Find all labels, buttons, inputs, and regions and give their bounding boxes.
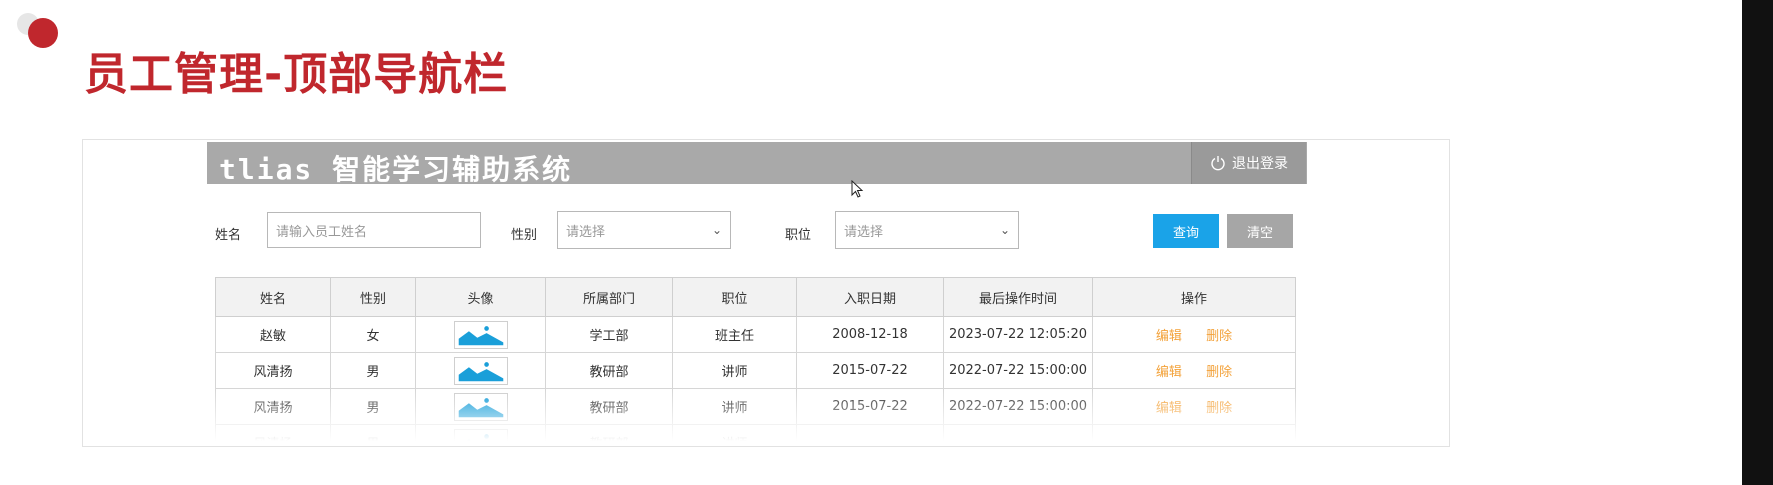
cell-job: 班主任 (672, 316, 797, 353)
header-actions: 操作 (1092, 277, 1296, 317)
gender-select-value: 请选择 (566, 224, 606, 240)
header-entry-date: 入职日期 (796, 277, 944, 317)
header-avatar: 头像 (415, 277, 546, 317)
edit-link[interactable]: 编辑 (1156, 365, 1182, 380)
employee-table: 姓名 性别 头像 所属部门 职位 入职日期 最后操作时间 操作 赵敏 女 学工部… (215, 277, 1296, 446)
cell-update-time: 2022-07-22 15:00:00 (943, 388, 1093, 425)
cell-department: 教研部 (545, 352, 673, 389)
slide-title: 员工管理-顶部导航栏 (84, 49, 509, 100)
image-placeholder-icon (453, 320, 508, 349)
job-select-value: 请选择 (844, 224, 884, 240)
top-nav-bar: tlias 智能学习辅助系统 退出登录 (207, 142, 1307, 186)
edit-link[interactable]: 编辑 (1156, 329, 1182, 344)
logout-button[interactable]: 退出登录 (1191, 142, 1306, 184)
name-input-placeholder: 请输入员工姓名 (276, 224, 368, 240)
cell-job: 讲师 (672, 424, 797, 446)
table-header-row: 姓名 性别 头像 所属部门 职位 入职日期 最后操作时间 操作 (215, 277, 1296, 317)
app-screenshot: tlias 智能学习辅助系统 退出登录 姓名 请输入员工姓名 性别 请选择 ⌄ … (82, 139, 1450, 447)
cell-job: 讲师 (672, 352, 797, 389)
cell-update-time: 2023-07-22 12:05:20 (943, 316, 1093, 353)
table-row: 风清扬 男 教研部 讲师 (215, 424, 1296, 446)
job-label: 职位 (785, 228, 812, 243)
delete-link[interactable]: 删除 (1206, 329, 1232, 344)
cell-department: 学工部 (545, 316, 673, 353)
cell-gender: 男 (330, 388, 416, 425)
cell-actions (1092, 424, 1296, 446)
power-icon (1211, 156, 1225, 171)
image-placeholder-icon (453, 356, 508, 385)
chevron-down-icon: ⌄ (999, 223, 1010, 237)
table-row: 风清扬 男 教研部 讲师 2015-07-22 2022-07-22 15:00… (215, 352, 1296, 389)
edit-link[interactable]: 编辑 (1156, 401, 1182, 416)
cell-actions: 编辑 删除 (1092, 388, 1296, 425)
cell-name: 风清扬 (215, 352, 331, 389)
job-select[interactable]: 请选择 ⌄ (835, 211, 1019, 249)
cell-entry-date: 2015-07-22 (796, 352, 944, 389)
decor-dot-red (28, 18, 58, 48)
cell-avatar (415, 352, 546, 389)
cell-actions: 编辑 删除 (1092, 352, 1296, 389)
table-row: 风清扬 男 教研部 讲师 2015-07-22 2022-07-22 15:00… (215, 388, 1296, 425)
query-button[interactable]: 查询 (1153, 214, 1219, 248)
cell-department: 教研部 (545, 388, 673, 425)
cell-department: 教研部 (545, 424, 673, 446)
cell-entry-date (796, 424, 944, 446)
cell-avatar (415, 388, 546, 425)
table-row: 赵敏 女 学工部 班主任 2008-12-18 2023-07-22 12:05… (215, 316, 1296, 353)
cell-update-time (943, 424, 1093, 446)
cell-name: 风清扬 (215, 388, 331, 425)
name-label: 姓名 (215, 228, 242, 243)
cell-gender: 男 (330, 424, 416, 446)
chevron-down-icon: ⌄ (711, 223, 722, 237)
cell-entry-date: 2008-12-18 (796, 316, 944, 353)
cell-avatar (415, 316, 546, 353)
image-placeholder-icon (453, 428, 508, 446)
gender-label: 性别 (511, 228, 538, 243)
header-job: 职位 (672, 277, 797, 317)
cell-gender: 女 (330, 316, 416, 353)
gender-select[interactable]: 请选择 ⌄ (557, 211, 731, 249)
name-search-input[interactable]: 请输入员工姓名 (267, 212, 481, 248)
logout-label: 退出登录 (1232, 156, 1288, 172)
cell-job: 讲师 (672, 388, 797, 425)
image-placeholder-icon (453, 392, 508, 421)
delete-link[interactable]: 删除 (1206, 365, 1232, 380)
cell-entry-date: 2015-07-22 (796, 388, 944, 425)
cell-actions: 编辑 删除 (1092, 316, 1296, 353)
delete-link[interactable]: 删除 (1206, 401, 1232, 416)
cell-avatar (415, 424, 546, 446)
right-edge-strip (1742, 0, 1773, 485)
header-gender: 性别 (330, 277, 416, 317)
cell-name: 风清扬 (215, 424, 331, 446)
cell-gender: 男 (330, 352, 416, 389)
header-name: 姓名 (215, 277, 331, 317)
cell-update-time: 2022-07-22 15:00:00 (943, 352, 1093, 389)
mouse-pointer-icon (851, 180, 864, 198)
header-department: 所属部门 (545, 277, 673, 317)
cell-name: 赵敏 (215, 316, 331, 353)
clear-button[interactable]: 清空 (1227, 214, 1293, 248)
app-title: tlias 智能学习辅助系统 (219, 153, 573, 186)
header-update-time: 最后操作时间 (943, 277, 1093, 317)
